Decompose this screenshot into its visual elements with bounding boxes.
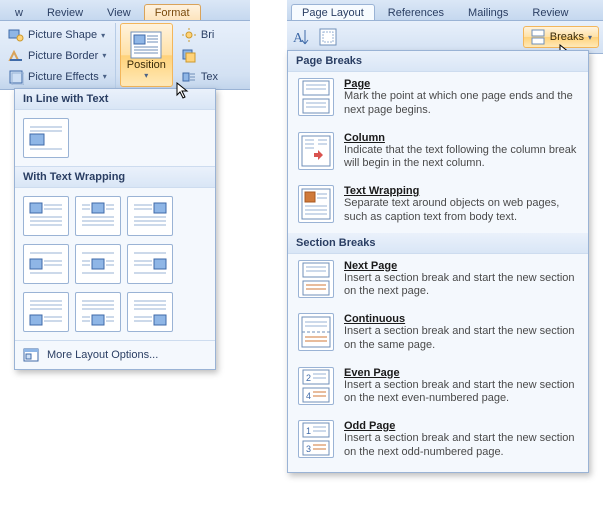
margins-icon[interactable] <box>317 26 339 48</box>
column-break-icon <box>298 132 334 170</box>
breaks-label: Breaks <box>550 31 584 43</box>
odd-page-break-icon: 13 <box>298 420 334 458</box>
brightness-label: Bri <box>201 29 214 41</box>
picture-shape-icon <box>8 27 24 43</box>
text-wrapping-break-icon <box>298 185 334 223</box>
ribbon-left: Picture Shape ▾ Picture Border ▾ Picture… <box>0 21 250 90</box>
svg-text:1: 1 <box>306 426 311 436</box>
pos-wrap-top-center[interactable] <box>75 196 121 236</box>
svg-text:A: A <box>293 31 304 46</box>
layer-icon <box>181 48 197 64</box>
svg-text:4: 4 <box>306 391 311 401</box>
tab-mailings[interactable]: Mailings <box>457 4 519 20</box>
svg-text:3: 3 <box>306 444 311 454</box>
break-even-desc: Insert a section break and start the new… <box>344 379 578 407</box>
break-continuous-title: Continuous <box>344 313 578 325</box>
break-continuous-desc: Insert a section break and start the new… <box>344 325 578 353</box>
break-page-desc: Mark the point at which one page ends an… <box>344 90 578 118</box>
picture-shape-label: Picture Shape <box>28 29 97 41</box>
position-button[interactable]: Position ▾ <box>120 23 173 87</box>
text-wrap-label: Tex <box>201 71 218 83</box>
picture-effects-icon <box>8 69 24 85</box>
ribbon-tabbar-left: w Review View Format <box>0 0 250 21</box>
breaks-icon <box>530 29 546 45</box>
ribbon-tabbar-right: Page Layout References Mailings Review <box>287 0 603 21</box>
picture-border-icon <box>8 48 24 64</box>
brightness-button[interactable]: Bri <box>179 26 220 44</box>
break-tw-title: Text Wrapping <box>344 185 578 197</box>
continuous-break-icon <box>298 313 334 351</box>
break-text-wrapping[interactable]: Text Wrapping Separate text around objec… <box>288 179 588 233</box>
text-wrap-button[interactable]: Tex <box>179 68 220 86</box>
break-page[interactable]: Page Mark the point at which one page en… <box>288 72 588 126</box>
break-odd-desc: Insert a section break and start the new… <box>344 432 578 460</box>
tab-format[interactable]: Format <box>144 4 201 20</box>
more-layout-label: More Layout Options... <box>47 349 158 361</box>
svg-text:2: 2 <box>306 373 311 383</box>
picture-effects-button[interactable]: Picture Effects ▾ <box>6 68 109 86</box>
pos-inline-option[interactable] <box>23 118 69 158</box>
picture-effects-label: Picture Effects <box>28 71 99 83</box>
break-column-desc: Indicate that the text following the col… <box>344 144 578 172</box>
format-ribbon-area: w Review View Format Picture Shape ▾ Pic… <box>0 0 250 90</box>
pos-wrap-mid-center[interactable] <box>75 244 121 284</box>
chevron-down-icon: ▾ <box>102 51 106 60</box>
pos-wrap-top-right[interactable] <box>127 196 173 236</box>
chevron-down-icon: ▾ <box>588 33 592 42</box>
text-direction-icon[interactable]: A <box>291 26 313 48</box>
page-breaks-header: Page Breaks <box>288 51 588 72</box>
misc-group: Bri Tex <box>177 23 226 89</box>
break-even-title: Even Page <box>344 367 578 379</box>
breaks-dropdown: Page Breaks Page Mark the point at which… <box>287 50 589 473</box>
tab-stub[interactable]: w <box>4 4 34 20</box>
pos-wrap-bot-center[interactable] <box>75 292 121 332</box>
pos-section-inline: In Line with Text <box>15 89 215 110</box>
position-label: Position <box>127 59 166 71</box>
tab-view[interactable]: View <box>96 4 142 20</box>
next-page-break-icon <box>298 260 334 298</box>
chevron-down-icon: ▾ <box>101 31 105 40</box>
break-even-page[interactable]: 24 Even Page Insert a section break and … <box>288 361 588 415</box>
break-column-title: Column <box>344 132 578 144</box>
break-next-page[interactable]: Next Page Insert a section break and sta… <box>288 254 588 308</box>
break-continuous[interactable]: Continuous Insert a section break and st… <box>288 307 588 361</box>
pos-wrap-bot-left[interactable] <box>23 292 69 332</box>
break-next-page-title: Next Page <box>344 260 578 272</box>
position-dropdown: In Line with Text With Text Wrapping Mor… <box>14 88 216 370</box>
break-page-title: Page <box>344 78 578 90</box>
position-icon <box>130 31 162 59</box>
text-wrap-icon <box>181 69 197 85</box>
picture-shape-button[interactable]: Picture Shape ▾ <box>6 26 109 44</box>
breaks-button[interactable]: Breaks ▾ <box>523 26 599 48</box>
break-tw-desc: Separate text around objects on web page… <box>344 197 578 225</box>
break-odd-page[interactable]: 13 Odd Page Insert a section break and s… <box>288 414 588 468</box>
page-break-icon <box>298 78 334 116</box>
pos-wrap-top-left[interactable] <box>23 196 69 236</box>
pos-wrap-bot-right[interactable] <box>127 292 173 332</box>
pagelayout-ribbon-area: Page Layout References Mailings Review A… <box>287 0 603 54</box>
tab-page-layout[interactable]: Page Layout <box>291 4 375 20</box>
tab-review[interactable]: Review <box>36 4 94 20</box>
picture-border-button[interactable]: Picture Border ▾ <box>6 47 109 65</box>
tab-review-right[interactable]: Review <box>521 4 579 20</box>
more-layout-options[interactable]: More Layout Options... <box>15 340 215 369</box>
pos-section-wrap: With Text Wrapping <box>15 166 215 188</box>
tab-references[interactable]: References <box>377 4 455 20</box>
pos-wrap-mid-right[interactable] <box>127 244 173 284</box>
break-next-page-desc: Insert a section break and start the new… <box>344 272 578 300</box>
section-breaks-header: Section Breaks <box>288 233 588 254</box>
chevron-down-icon: ▾ <box>103 72 107 81</box>
dialog-icon <box>23 347 39 363</box>
sun-icon <box>181 27 197 43</box>
picture-border-label: Picture Border <box>28 50 98 62</box>
send-behind-button[interactable] <box>179 47 220 65</box>
break-column[interactable]: Column Indicate that the text following … <box>288 126 588 180</box>
pos-wrap-mid-left[interactable] <box>23 244 69 284</box>
chevron-down-icon: ▾ <box>144 71 148 80</box>
even-page-break-icon: 24 <box>298 367 334 405</box>
picture-styles-group: Picture Shape ▾ Picture Border ▾ Picture… <box>4 23 116 89</box>
break-odd-title: Odd Page <box>344 420 578 432</box>
